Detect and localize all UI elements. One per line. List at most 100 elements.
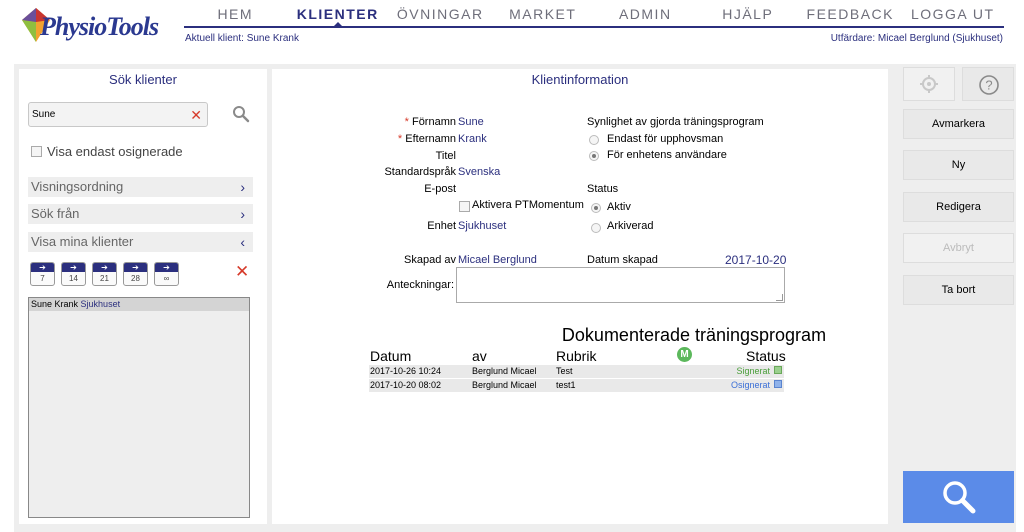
client-info-title: Klientinformation	[531, 72, 629, 87]
clear-filter-icon[interactable]: ✕	[235, 262, 249, 282]
nav-ovningar[interactable]: ÖVNINGAR	[389, 4, 492, 26]
days-7-button[interactable]: ➔ 7	[30, 262, 55, 286]
help-button[interactable]: ?	[962, 67, 1014, 101]
search-icon[interactable]	[232, 105, 250, 123]
status-active-radio[interactable]	[591, 203, 601, 213]
created-by-value: Micael Berglund	[458, 254, 537, 266]
clear-search-icon[interactable]: ✕	[190, 107, 202, 124]
visibility-unit-label: För enhetens användare	[607, 149, 727, 161]
nav-hjalp[interactable]: HJÄLP	[697, 4, 800, 26]
col-date-header: Datum	[370, 348, 412, 364]
settings-button[interactable]	[903, 67, 955, 101]
title-label: Titel	[435, 150, 456, 162]
first-name-value[interactable]: Sune	[458, 116, 484, 128]
search-from-toggle[interactable]: Sök från ›	[28, 204, 253, 224]
activate-ptmomentum-label: Aktivera PTMomentum	[472, 199, 584, 211]
gear-icon	[920, 75, 938, 93]
date-created-label: Datum skapad	[587, 254, 658, 266]
resize-handle-icon[interactable]	[776, 294, 783, 301]
list-item[interactable]: Sune Krank Sjukhuset	[29, 298, 249, 311]
show-my-clients-label: Visa mina klienter	[31, 234, 134, 249]
search-panel-title: Sök klienter	[109, 72, 177, 87]
status-archived-radio[interactable]	[591, 223, 601, 233]
issuer: Utfärdare: Micael Berglund (Sjukhuset)	[830, 33, 1003, 44]
only-unsigned-option[interactable]: Visa endast osignerade	[31, 144, 183, 159]
language-label: Standardspråk	[384, 166, 456, 178]
last-name-label: * Efternamn	[397, 133, 456, 145]
search-input[interactable]	[29, 103, 179, 126]
row-by: Berglund Micael	[472, 366, 537, 376]
row-date: 2017-10-26 10:24	[370, 366, 442, 376]
svg-text:?: ?	[985, 78, 992, 93]
help-icon: ?	[979, 75, 999, 95]
days-28-button[interactable]: ➔ 28	[123, 262, 148, 286]
first-name-label: * Förnamn	[404, 116, 456, 128]
nav-admin[interactable]: ADMIN	[594, 4, 697, 26]
logo-text: PhysioTools	[40, 12, 159, 41]
current-client: Aktuell klient: Sune Krank	[185, 33, 299, 44]
language-value[interactable]: Svenska	[458, 166, 500, 178]
row-status: Signerat	[736, 366, 770, 376]
row-date: 2017-10-20 08:02	[370, 380, 442, 390]
unit-label: Enhet	[427, 220, 456, 232]
search-from-label: Sök från	[31, 206, 80, 221]
sort-order-label: Visningsordning	[31, 179, 124, 194]
only-unsigned-checkbox[interactable]	[31, 146, 42, 157]
visibility-author-label: Endast för upphovsman	[607, 133, 724, 145]
days-all-button[interactable]: ➔ ∞	[154, 262, 179, 286]
delete-button[interactable]: Ta bort	[903, 275, 1014, 305]
show-my-clients-toggle[interactable]: Visa mina klienter ‹	[28, 232, 253, 252]
nav-market[interactable]: MARKET	[492, 4, 595, 26]
arrow-icon: ➔	[124, 263, 147, 272]
row-by: Berglund Micael	[472, 380, 537, 390]
logo[interactable]: PhysioTools	[22, 6, 174, 46]
row-heading: test1	[556, 380, 576, 390]
sort-order-toggle[interactable]: Visningsordning ›	[28, 177, 253, 197]
nav-logga-ut[interactable]: LOGGA UT	[902, 4, 1005, 26]
arrow-icon: ➔	[62, 263, 85, 272]
chevron-left-icon: ‹	[240, 234, 245, 250]
search-button[interactable]	[903, 471, 1014, 523]
edit-button[interactable]: Redigera	[903, 192, 1014, 222]
status-title: Status	[587, 183, 619, 195]
new-button[interactable]: Ny	[903, 150, 1014, 180]
status-active-label: Aktiv	[607, 201, 631, 213]
nav-feedback[interactable]: FEEDBACK	[799, 4, 902, 26]
days-21-button[interactable]: ➔ 21	[92, 262, 117, 286]
table-row[interactable]: 2017-10-26 10:24 Berglund Micael Test Si…	[369, 365, 784, 378]
status-archived-label: Arkiverad	[607, 220, 654, 232]
nav-divider	[184, 26, 1004, 28]
cancel-button[interactable]: Avbryt	[903, 233, 1014, 263]
notes-textarea[interactable]	[456, 267, 785, 303]
col-by-header: av	[472, 348, 487, 364]
required-marker: *	[404, 116, 412, 128]
last-name-value[interactable]: Krank	[458, 133, 487, 145]
days-14-button[interactable]: ➔ 14	[61, 262, 86, 286]
activate-ptmomentum-checkbox[interactable]	[459, 201, 470, 212]
visibility-author-radio[interactable]	[589, 135, 599, 145]
signed-marker-icon	[774, 366, 782, 374]
chevron-right-icon: ›	[240, 179, 245, 195]
table-row[interactable]: 2017-10-20 08:02 Berglund Micael test1 O…	[369, 379, 784, 392]
unit-value[interactable]: Sjukhuset	[458, 220, 506, 232]
nav-klienter[interactable]: KLIENTER	[287, 4, 390, 28]
chevron-right-icon: ›	[240, 206, 245, 222]
nav-hem[interactable]: HEM	[184, 4, 287, 26]
arrow-icon: ➔	[31, 263, 54, 272]
deselect-button[interactable]: Avmarkera	[903, 109, 1014, 139]
email-label: E-post	[424, 183, 456, 195]
main-nav: HEM KLIENTER ÖVNINGAR MARKET ADMIN HJÄLP…	[184, 4, 1005, 28]
visibility-title: Synlighet av gjorda träningsprogram	[587, 116, 764, 128]
created-by-label: Skapad av	[404, 254, 456, 266]
arrow-icon: ➔	[155, 263, 178, 272]
programs-title: Dokumenterade träningsprogram	[561, 325, 827, 345]
search-field-wrapper: ✕	[28, 102, 208, 127]
col-status-header: Status	[746, 348, 786, 364]
only-unsigned-label: Visa endast osignerade	[47, 144, 183, 159]
search-icon	[943, 481, 976, 514]
arrow-icon: ➔	[93, 263, 116, 272]
momentum-icon: M	[677, 347, 692, 362]
search-panel: Sök klienter ✕ Visa endast osignerade Vi…	[19, 69, 267, 524]
client-results-list: Sune Krank Sjukhuset	[28, 297, 250, 518]
visibility-unit-radio[interactable]	[589, 151, 599, 161]
